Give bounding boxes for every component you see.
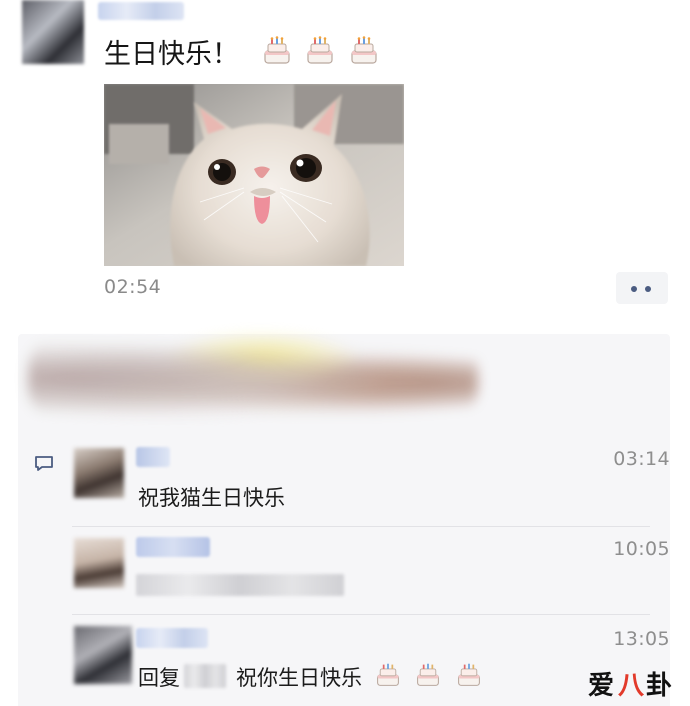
comment-divider bbox=[72, 614, 650, 615]
birthday-cake-icon bbox=[349, 36, 379, 66]
more-actions-button[interactable] bbox=[616, 272, 668, 304]
comment-divider bbox=[72, 526, 650, 527]
comment-timestamp: 13:05 bbox=[613, 628, 670, 650]
commenter-avatar[interactable] bbox=[74, 448, 124, 498]
comment-text-blurred[interactable] bbox=[136, 574, 344, 596]
post-timestamp: 02:54 bbox=[104, 276, 162, 298]
birthday-cake-icon bbox=[305, 36, 335, 66]
commenter-name[interactable] bbox=[136, 628, 208, 648]
likes-list-blurred bbox=[28, 330, 478, 426]
watermark-logo: 爱 八 卦 bbox=[586, 666, 678, 702]
more-dots-icon bbox=[631, 286, 637, 292]
commenter-name[interactable] bbox=[136, 447, 170, 467]
commenter-avatar[interactable] bbox=[74, 538, 124, 588]
comment-timestamp: 10:05 bbox=[613, 538, 670, 560]
birthday-cake-icon bbox=[262, 36, 292, 66]
poster-name[interactable] bbox=[98, 2, 184, 20]
birthday-cake-icon bbox=[375, 662, 401, 688]
svg-text:八: 八 bbox=[618, 671, 645, 701]
birthday-cake-icon bbox=[415, 662, 441, 688]
commenter-name[interactable] bbox=[136, 537, 210, 557]
reply-prefix: 回复 bbox=[138, 666, 180, 690]
cat-photo-illustration bbox=[104, 84, 404, 266]
comment-text[interactable]: 祝我猫生日快乐 bbox=[138, 482, 285, 512]
more-dots-icon bbox=[645, 286, 651, 292]
post-text: 生日快乐！ bbox=[104, 39, 239, 70]
comment-reply-line[interactable]: 祝你生日快乐 bbox=[236, 662, 482, 692]
post-text-line: 生日快乐！ bbox=[104, 36, 379, 72]
post-photo[interactable] bbox=[104, 84, 404, 266]
svg-text:爱: 爱 bbox=[588, 671, 614, 701]
commenter-avatar[interactable] bbox=[74, 626, 132, 684]
reply-target-name-blurred[interactable] bbox=[184, 664, 226, 688]
comment-text: 祝你生日快乐 bbox=[236, 666, 362, 690]
comment-icon bbox=[34, 455, 54, 471]
svg-text:卦: 卦 bbox=[646, 671, 672, 701]
birthday-cake-icon bbox=[456, 662, 482, 688]
comment-timestamp: 03:14 bbox=[613, 448, 670, 470]
poster-avatar[interactable] bbox=[22, 0, 84, 64]
